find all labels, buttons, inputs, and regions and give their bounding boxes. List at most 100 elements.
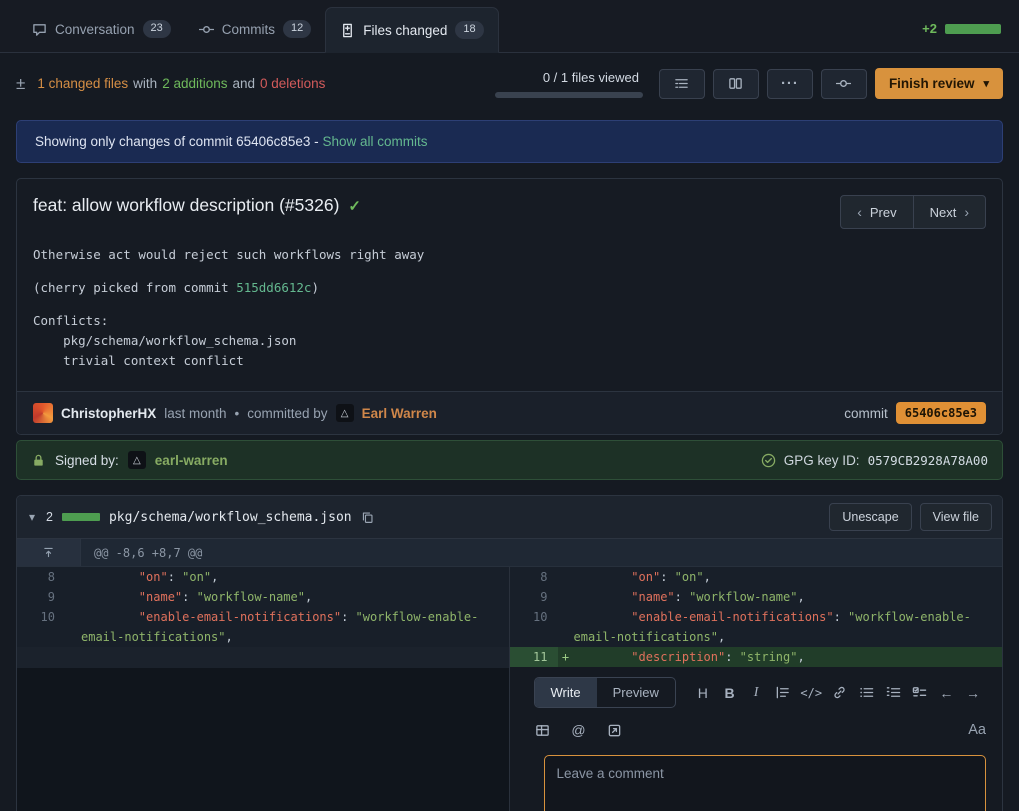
commit-author-row: ChristopherHX last month • committed by … — [17, 391, 1002, 434]
file-tree-toggle-button[interactable] — [659, 69, 705, 99]
review-comment-form: Write Preview H B I </> ← → — [510, 667, 1003, 811]
line-number[interactable]: 11 — [510, 647, 558, 667]
pr-tab-nav: Conversation 23 Commits 12 Files changed… — [0, 0, 1019, 53]
conversation-count-badge: 23 — [143, 20, 171, 37]
diff-line: 8 "on": "on", — [510, 567, 1003, 587]
unescape-button[interactable]: Unescape — [829, 503, 911, 531]
gpg-signed-row: Signed by: △ earl-warren GPG key ID: 057… — [16, 440, 1003, 480]
show-all-commits-link[interactable]: Show all commits — [322, 134, 427, 149]
diff-marker — [65, 567, 81, 587]
diff-marker — [558, 607, 574, 647]
italic-icon[interactable]: I — [747, 685, 765, 701]
file-name-link[interactable]: pkg/schema/workflow_schema.json — [109, 510, 352, 525]
commit-time: last month — [164, 406, 226, 421]
commit-nav-group: ‹ Prev Next › — [840, 195, 986, 229]
tab-preview[interactable]: Preview — [597, 678, 675, 707]
code-icon[interactable]: </> — [800, 686, 822, 700]
author-avatar[interactable] — [33, 403, 53, 423]
tab-commits-label: Commits — [222, 22, 275, 37]
reference-icon[interactable] — [606, 723, 624, 738]
tab-files-label: Files changed — [363, 23, 447, 38]
diff-line: 9 "name": "workflow-name", — [510, 587, 1003, 607]
commit-notice-banner: Showing only changes of commit 65406c85e… — [16, 120, 1003, 163]
commit-header: feat: allow workflow description (#5326)… — [17, 179, 1002, 233]
line-number[interactable]: 9 — [17, 587, 65, 607]
changed-files-link[interactable]: 1 changed files — [37, 76, 128, 91]
link-icon[interactable] — [831, 685, 849, 700]
check-circle-icon — [761, 453, 776, 468]
prev-label: Prev — [870, 205, 897, 220]
diff-marker — [558, 587, 574, 607]
collapse-file-icon[interactable]: ▾ — [27, 510, 37, 524]
code-line-text: "name": "workflow-name", — [81, 587, 509, 607]
diff-line: 10 "enable-email-notifications": "workfl… — [17, 607, 509, 647]
tab-commits[interactable]: Commits 12 — [185, 6, 326, 52]
commit-message-line: Otherwise act would reject such workflow… — [33, 245, 986, 265]
chevron-down-icon: ▾ — [983, 77, 989, 90]
quote-icon[interactable] — [774, 685, 792, 700]
heading-icon[interactable]: H — [694, 685, 712, 701]
diff-marker — [65, 607, 81, 647]
arrow-right-icon[interactable]: → — [964, 685, 982, 701]
expand-hunk-button[interactable] — [17, 539, 81, 566]
cherry-pick-hash-link[interactable]: 515dd6612c — [236, 280, 311, 295]
comment-textarea[interactable] — [544, 755, 987, 811]
mention-icon[interactable]: @ — [570, 722, 588, 738]
commit-icon — [199, 22, 214, 37]
ordered-list-icon[interactable] — [884, 685, 902, 700]
code-line-text: "on": "on", — [81, 567, 509, 587]
prev-commit-button[interactable]: ‹ Prev — [840, 195, 913, 229]
diff-icon: ± — [16, 74, 25, 94]
line-number[interactable]: 10 — [510, 607, 558, 647]
arrow-left-icon[interactable]: ← — [937, 685, 955, 701]
committer-name-link[interactable]: Earl Warren — [362, 406, 437, 421]
committer-avatar[interactable]: △ — [336, 404, 354, 422]
file-tree-icon — [674, 76, 689, 91]
task-list-icon[interactable] — [911, 685, 929, 700]
file-diffstat-bar — [62, 513, 100, 521]
diffstat-additions: +2 — [922, 21, 937, 36]
diff-line: 9 "name": "workflow-name", — [17, 587, 509, 607]
author-name-link[interactable]: ChristopherHX — [61, 406, 156, 421]
diff-options-button[interactable]: ··· — [767, 69, 813, 99]
signer-name-link[interactable]: earl-warren — [155, 453, 228, 468]
unordered-list-icon[interactable] — [857, 685, 875, 700]
signer-avatar[interactable]: △ — [128, 451, 146, 469]
code-line-text: "enable-email-notifications": "workflow-… — [574, 607, 1003, 647]
commit-select-button[interactable] — [821, 69, 867, 99]
copy-path-icon[interactable] — [361, 511, 374, 524]
tab-write[interactable]: Write — [535, 678, 597, 707]
diff-empty-cell — [17, 647, 509, 668]
cherry-pick-line: (cherry picked from commit 515dd6612c) — [33, 278, 986, 298]
hunk-header-row: @@ -8,6 +8,7 @@ — [17, 539, 1002, 567]
tab-conversation[interactable]: Conversation 23 — [18, 6, 185, 52]
line-number[interactable]: 9 — [510, 587, 558, 607]
commit-icon — [836, 76, 851, 91]
gpg-key-label: GPG key ID: — [784, 453, 860, 468]
file-actions: Unescape View file — [829, 503, 992, 531]
font-toggle-button[interactable]: Aa — [968, 722, 986, 738]
markdown-toolbar: H B I </> ← → — [694, 685, 986, 701]
commits-count-badge: 12 — [283, 20, 311, 37]
tab-files-changed[interactable]: Files changed 18 — [325, 7, 498, 53]
line-number[interactable]: 10 — [17, 607, 65, 647]
editor-toolbar: Write Preview H B I </> ← → — [534, 677, 987, 708]
commit-hash-badge[interactable]: 65406c85e3 — [896, 402, 986, 424]
table-icon[interactable] — [534, 723, 552, 738]
finish-review-button[interactable]: Finish review ▾ — [875, 68, 1003, 99]
file-diff-header: ▾ 2 pkg/schema/workflow_schema.json Unes… — [17, 496, 1002, 539]
split-view-button[interactable] — [713, 69, 759, 99]
cherry-suffix: ) — [311, 280, 319, 295]
bold-icon[interactable]: B — [721, 685, 739, 701]
line-number[interactable]: 8 — [17, 567, 65, 587]
diff-left-rows: 8 "on": "on",9 "name": "workflow-name",1… — [17, 567, 509, 647]
next-commit-button[interactable]: Next › — [913, 195, 986, 229]
files-viewed-label: 0 / 1 files viewed — [495, 70, 643, 85]
files-viewed-progress — [495, 92, 643, 98]
expand-up-icon — [42, 546, 55, 559]
markdown-toolbar-secondary: @ Aa — [534, 722, 987, 738]
view-file-button[interactable]: View file — [920, 503, 992, 531]
diff-marker — [558, 567, 574, 587]
diff-right-rows: 8 "on": "on",9 "name": "workflow-name",1… — [510, 567, 1003, 667]
line-number[interactable]: 8 — [510, 567, 558, 587]
